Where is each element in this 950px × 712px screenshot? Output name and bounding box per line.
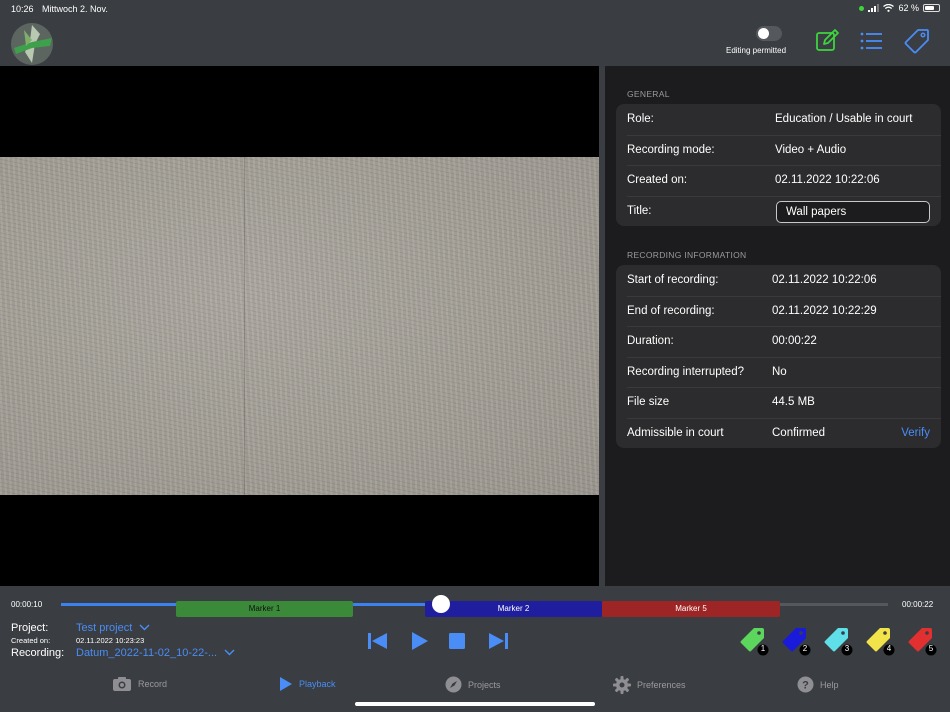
rec-row-duration: Duration: 00:00:22 <box>616 326 941 357</box>
camera-active-indicator <box>859 5 865 11</box>
timeline-marker-5[interactable]: Marker 5 <box>602 601 780 617</box>
general-row-created-on: Created on: 02.11.2022 10:22:06 <box>616 165 941 196</box>
row-label: File size <box>627 396 670 409</box>
tag-button-5[interactable]: 5 <box>908 626 938 656</box>
recording-info-section-title: RECORDING INFORMATION <box>627 250 747 260</box>
tab-label: Playback <box>299 679 336 689</box>
tab-label: Projects <box>468 679 501 690</box>
tab-record[interactable]: Record <box>112 676 167 692</box>
row-label: Created on: <box>627 174 688 187</box>
row-value: 00:00:22 <box>772 335 817 348</box>
row-value: Video + Audio <box>775 143 847 156</box>
row-value: 44.5 MB <box>772 396 815 409</box>
tag-number: 3 <box>844 644 850 653</box>
tag-icon[interactable] <box>904 28 930 54</box>
project-selector[interactable]: Test project <box>76 622 150 634</box>
skip-back-icon[interactable] <box>365 629 389 653</box>
created-value: 02.11.2022 10:23:23 <box>76 636 145 645</box>
row-label: Recording mode: <box>627 143 715 156</box>
row-value: No <box>772 365 787 378</box>
row-value: 02.11.2022 10:22:06 <box>775 174 880 187</box>
general-section-title: GENERAL <box>627 89 670 99</box>
title-field[interactable]: Wall papers <box>776 200 930 223</box>
tab-preferences[interactable]: Preferences <box>613 676 686 694</box>
general-row-title: Title: Wall papers <box>616 195 941 227</box>
home-indicator <box>355 702 595 706</box>
tag-number: 5 <box>928 644 934 653</box>
tag-button-3[interactable]: 3 <box>824 626 854 656</box>
verify-link[interactable]: Verify <box>901 427 930 439</box>
rec-row-start: Start of recording: 02.11.2022 10:22:06 <box>616 265 941 296</box>
row-value: 02.11.2022 10:22:29 <box>772 304 877 317</box>
row-label: End of recording: <box>627 304 715 317</box>
gear-icon <box>613 676 631 694</box>
recording-selector[interactable]: Datum_2022-11-02_10-22-... <box>76 647 235 659</box>
general-group: Role: Education / Usable in court Record… <box>616 104 941 226</box>
tag-button-2[interactable]: 2 <box>782 626 812 656</box>
top-toolbar: Editing permitted <box>0 18 950 66</box>
compass-icon <box>445 676 462 693</box>
tag-number: 2 <box>802 644 808 653</box>
play-icon[interactable] <box>407 629 431 653</box>
tab-label: Help <box>820 679 839 690</box>
recording-label: Recording: <box>11 647 65 659</box>
tab-playback[interactable]: Playback <box>279 676 336 692</box>
rec-row-end: End of recording: 02.11.2022 10:22:29 <box>616 295 941 327</box>
general-row-recording-mode: Recording mode: Video + Audio <box>616 134 941 166</box>
tab-help[interactable]: ? Help <box>797 676 839 693</box>
status-bar: 10:26 Mittwoch 2. Nov. 62 % <box>0 0 950 18</box>
project-label: Project: <box>11 622 49 634</box>
chevron-down-icon <box>139 624 150 631</box>
recording-value: Datum_2022-11-02_10-22-... <box>76 647 218 659</box>
tag-number: 4 <box>886 644 892 653</box>
row-label: Recording interrupted? <box>627 365 744 378</box>
video-frame <box>0 157 599 495</box>
created-label: Created on: <box>11 636 51 645</box>
tag-number: 1 <box>760 644 766 653</box>
editing-permitted-label: Editing permitted <box>725 46 787 55</box>
editing-permitted-toggle[interactable] <box>756 26 782 41</box>
row-label: Role: <box>627 113 654 126</box>
general-row-role: Role: Education / Usable in court <box>616 104 941 135</box>
row-label: Title: <box>627 204 652 217</box>
tag-button-4[interactable]: 4 <box>866 626 896 656</box>
timeline-marker-1[interactable]: Marker 1 <box>176 601 353 617</box>
timeline-marker-2[interactable]: Marker 2 <box>425 601 602 617</box>
svg-text:?: ? <box>802 680 809 692</box>
battery-icon <box>923 4 940 12</box>
tab-projects[interactable]: Projects <box>445 676 501 693</box>
app-logo-icon <box>11 23 53 65</box>
signal-icon <box>868 4 880 12</box>
wall-seam <box>244 157 245 495</box>
status-indicators: 62 % <box>859 3 940 13</box>
edit-icon[interactable] <box>814 28 840 54</box>
tab-label: Record <box>138 679 168 689</box>
project-value: Test project <box>76 622 133 634</box>
tab-label: Preferences <box>637 680 686 690</box>
skip-forward-icon[interactable] <box>487 629 511 653</box>
list-icon[interactable] <box>858 28 884 54</box>
help-icon: ? <box>797 676 814 693</box>
tag-button-1[interactable]: 1 <box>740 626 770 656</box>
row-label: Duration: <box>627 335 674 348</box>
status-time: 10:26 <box>11 4 34 14</box>
stop-icon[interactable] <box>445 629 469 653</box>
total-time: 00:00:22 <box>902 600 934 609</box>
wifi-icon <box>883 4 895 12</box>
recording-info-group: Start of recording: 02.11.2022 10:22:06 … <box>616 265 941 448</box>
camera-icon <box>113 677 131 691</box>
current-time: 00:00:10 <box>11 600 43 609</box>
battery-percent: 62 % <box>898 3 919 13</box>
row-label: Start of recording: <box>627 274 719 287</box>
rec-row-file-size: File size 44.5 MB <box>616 387 941 418</box>
rec-row-interrupted: Recording interrupted? No <box>616 356 941 388</box>
chevron-down-icon <box>224 649 235 656</box>
row-label: Admissible in court <box>627 426 724 439</box>
status-date: Mittwoch 2. Nov. <box>42 4 108 14</box>
rec-row-admissible: Admissible in court Confirmed Verify <box>616 417 941 449</box>
row-value: 02.11.2022 10:22:06 <box>772 274 877 287</box>
row-value: Education / Usable in court <box>775 113 913 126</box>
row-value: Confirmed <box>772 426 826 439</box>
play-icon <box>280 677 292 691</box>
